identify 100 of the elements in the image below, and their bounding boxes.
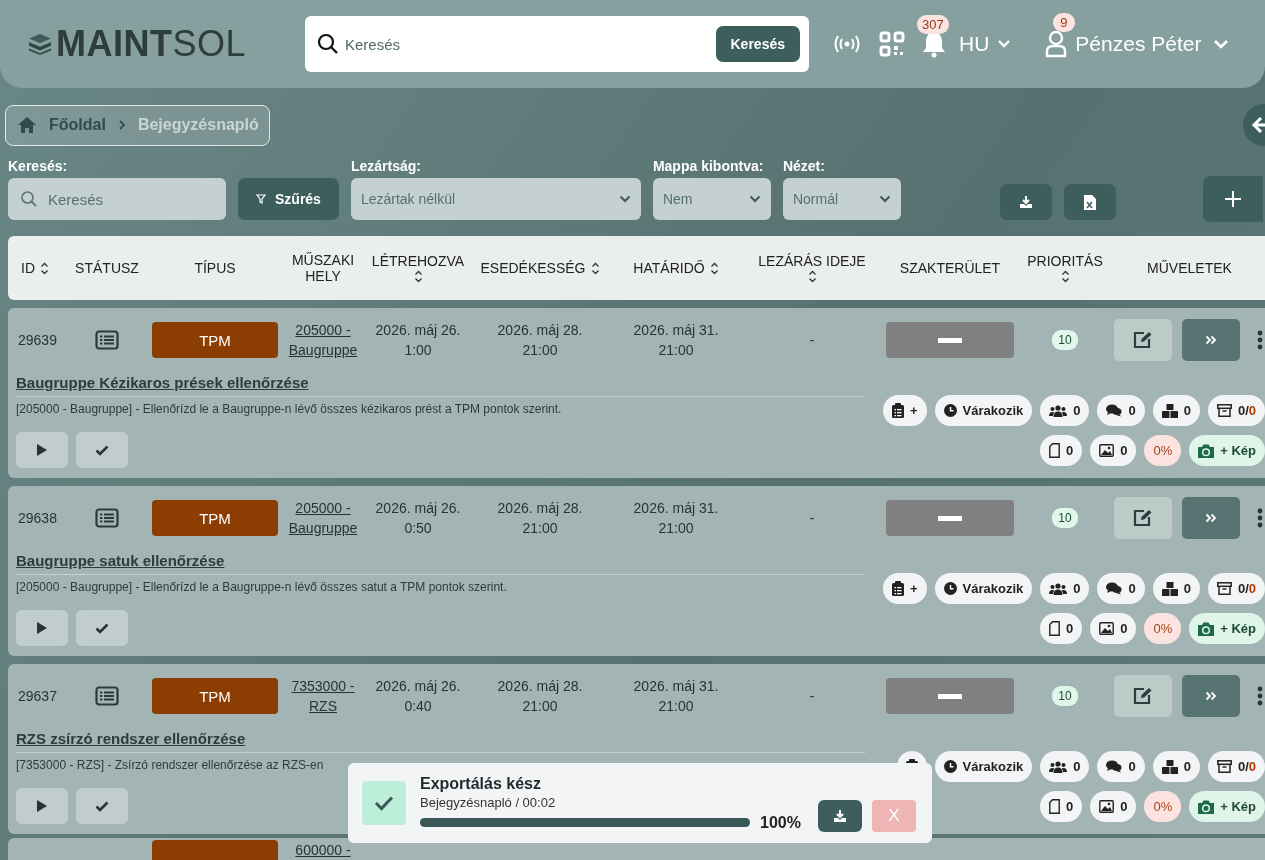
column-header[interactable]: HATÁRIDŐ	[612, 260, 740, 276]
comments-icon	[1106, 582, 1123, 595]
sort-icon[interactable]	[1060, 270, 1070, 283]
list-icon[interactable]	[95, 330, 119, 350]
add-photo-button[interactable]: + Kép	[1189, 613, 1265, 644]
more-options-icon[interactable]	[1257, 330, 1263, 350]
entry-id: 29638	[18, 510, 57, 526]
column-header[interactable]: MŰSZAKI HELY	[278, 252, 368, 284]
add-photo-button[interactable]: + Kép	[1189, 791, 1265, 822]
chevron-right-icon	[117, 119, 126, 131]
document-count-chip: 0	[1039, 791, 1083, 822]
document-icon	[1048, 621, 1060, 636]
edit-button[interactable]	[1114, 497, 1172, 539]
location-link[interactable]: 7353000 - RZS	[288, 676, 358, 716]
archive-count-chip: 0/0	[1207, 395, 1265, 426]
add-task-chip[interactable]: +	[882, 573, 927, 604]
search-icon	[317, 33, 339, 55]
dropdown[interactable]: Lezártak nélkül	[350, 178, 641, 220]
column-header[interactable]: PRIORITÁS	[1016, 253, 1114, 283]
parts-count-chip: 0	[1152, 573, 1200, 604]
field-label: Mappa kibontva:	[652, 158, 765, 174]
sort-icon[interactable]	[40, 261, 49, 275]
entry-description: [7353000 - RZS] - Zsírzó rendszer ellenőrzése az RZS-en	[16, 758, 325, 772]
chevron-down-icon	[878, 195, 891, 203]
double-chevron-right-icon	[1205, 335, 1217, 345]
edit-icon	[1133, 509, 1153, 527]
comment-count-chip: 0	[1097, 395, 1145, 426]
column-header[interactable]: LEZÁRÁS IDEJE	[740, 253, 884, 283]
filter-icon	[256, 194, 266, 204]
user-icon[interactable]	[1045, 30, 1068, 58]
entry-title-link[interactable]: Baugruppe satuk ellenőrzése	[16, 552, 225, 569]
people-count-chip: 0	[1040, 395, 1090, 426]
sort-icon[interactable]	[590, 261, 600, 275]
play-icon	[36, 799, 48, 813]
check-icon	[95, 622, 109, 634]
chevron-down-icon	[1213, 38, 1230, 50]
column-header[interactable]: MŰVELETEK	[1114, 260, 1265, 276]
dropdown[interactable]: Normál	[782, 178, 901, 220]
due-date: 2026. máj 28. 21:00	[496, 499, 584, 538]
double-chevron-right-icon	[1205, 691, 1217, 701]
image-count-chip: 0	[1090, 791, 1137, 822]
search-button[interactable]: Keresés	[715, 26, 800, 62]
list-icon[interactable]	[95, 686, 119, 706]
more-options-icon[interactable]	[1257, 686, 1263, 706]
created-date: 2026. máj 26. 0:40	[374, 677, 462, 716]
closing-date: -	[808, 687, 816, 706]
column-header[interactable]: ESEDÉKESSÉG	[468, 260, 612, 276]
edit-button[interactable]	[1114, 675, 1172, 717]
entry-title-link[interactable]: Baugruppe Kézikaros prések ellenőrzése	[16, 374, 309, 391]
column-header[interactable]: TÍPUS	[152, 260, 278, 276]
start-button[interactable]	[16, 610, 68, 646]
archive-count-chip: 0/0	[1207, 573, 1265, 604]
location-link[interactable]: 600000 -	[288, 840, 358, 860]
progress-chip: 0%	[1144, 435, 1182, 466]
parts-count-chip: 0	[1152, 395, 1200, 426]
column-header[interactable]: SZAKTERÜLET	[884, 260, 1016, 276]
field-label: Nézet:	[782, 158, 826, 174]
image-icon	[1099, 800, 1115, 813]
download-icon	[833, 809, 847, 823]
created-date: 2026. máj 26. 0:50	[374, 499, 462, 538]
sort-icon[interactable]	[807, 270, 817, 283]
dropdown[interactable]: Nem	[652, 178, 771, 220]
field-label: Keresés:	[8, 158, 69, 174]
sort-icon[interactable]	[709, 261, 719, 275]
people-icon	[1049, 760, 1068, 773]
comments-icon	[1106, 760, 1123, 773]
filter-button[interactable]: Szűrés	[238, 178, 339, 220]
entry-id: 29639	[18, 332, 57, 348]
toast-title: Exportálás kész	[420, 774, 542, 793]
add-task-chip[interactable]: +	[882, 395, 927, 426]
parts-count-chip: 0	[1152, 751, 1200, 782]
entry-title-link[interactable]: RZS zsírzó rendszer ellenőrzése	[16, 730, 246, 747]
progress-chip: 0%	[1144, 791, 1182, 822]
search-field[interactable]: Keresés	[8, 178, 226, 220]
start-button[interactable]	[16, 432, 68, 468]
start-button[interactable]	[16, 788, 68, 824]
qr-code-icon[interactable]	[879, 31, 905, 57]
deadline-date: 2026. máj 31. 21:00	[632, 499, 720, 538]
column-header[interactable]: LÉTREHOZVA	[368, 253, 468, 283]
location-link[interactable]: 205000 - Baugruppe	[288, 498, 358, 538]
people-count-chip: 0	[1040, 751, 1090, 782]
entry-description: [205000 - Baugruppe] - Ellenőrízd le a Baugruppe-n lévő összes satut a TPM pontok szerint.	[16, 580, 508, 594]
broadcast-icon[interactable]	[833, 34, 861, 54]
sort-icon[interactable]	[413, 270, 423, 283]
chevron-down-icon	[748, 195, 761, 203]
deadline-date: 2026. máj 31. 21:00	[632, 321, 720, 360]
column-header[interactable]: STÁTUSZ	[62, 260, 152, 276]
excel-export-button[interactable]	[1063, 184, 1116, 220]
add-photo-button[interactable]: + Kép	[1189, 435, 1265, 466]
location-link[interactable]: 205000 - Baugruppe	[288, 320, 358, 360]
download-button[interactable]	[818, 800, 862, 832]
add-button[interactable]	[1202, 176, 1263, 222]
column-header[interactable]: ID	[8, 260, 62, 276]
download-button[interactable]	[999, 184, 1052, 220]
camera-icon	[1198, 799, 1215, 814]
list-icon[interactable]	[95, 508, 119, 528]
edit-button[interactable]	[1114, 319, 1172, 361]
more-options-icon[interactable]	[1257, 508, 1263, 528]
home-icon[interactable]	[17, 116, 37, 134]
field-label: Lezártság:	[350, 158, 422, 174]
